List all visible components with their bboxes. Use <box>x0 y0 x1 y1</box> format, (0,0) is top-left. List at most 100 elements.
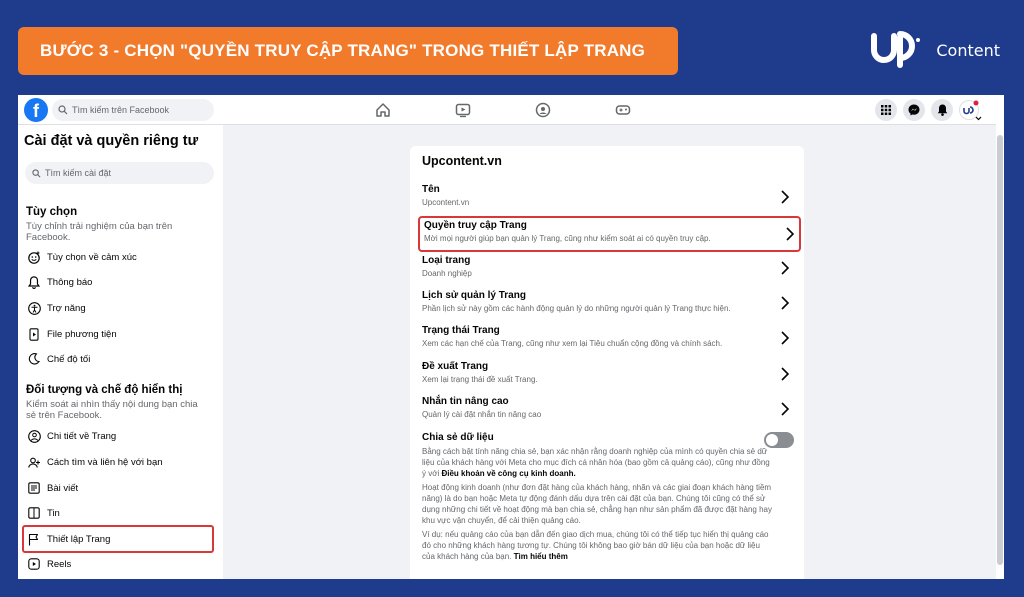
setting-title: Tên <box>422 184 440 195</box>
find-contact-icon <box>27 455 41 469</box>
scrollbar-thumb[interactable] <box>997 135 1003 565</box>
setting-row-page-type[interactable]: Loại trang Doanh nghiệp <box>422 252 794 286</box>
card-title: Upcontent.vn <box>422 154 502 168</box>
sidebar-item-accessibility[interactable]: Trợ năng <box>24 297 214 319</box>
page-scrollbar[interactable] <box>996 95 1004 579</box>
sidebar-item-label: Chế độ tối <box>47 353 91 365</box>
search-icon <box>58 105 68 115</box>
sidebar-item-find-contact[interactable]: Cách tìm và liên hệ với bạn <box>24 451 214 473</box>
setting-row-page-recommendations[interactable]: Đề xuất Trang Xem lại trạng thái đề xuất… <box>422 358 794 392</box>
facebook-logo-icon[interactable]: f <box>24 98 48 122</box>
setting-desc: Upcontent.vn <box>422 198 470 207</box>
sidebar-item-label: Chi tiết về Trang <box>47 430 117 442</box>
posts-icon <box>27 481 41 495</box>
profile-icon <box>27 429 41 443</box>
sidebar-item-stories[interactable]: Tin <box>24 502 214 524</box>
bell-icon <box>937 104 947 116</box>
messenger-button[interactable] <box>903 99 925 121</box>
groups-icon[interactable] <box>535 102 551 118</box>
menu-button[interactable] <box>875 99 897 121</box>
step-banner: BƯỚC 3 - CHỌN "QUYỀN TRUY CẬP TRANG" TRO… <box>18 27 678 75</box>
sidebar-title: Cài đặt và quyền riêng tư <box>24 133 199 149</box>
setting-title: Chia sẻ dữ liệu <box>422 432 494 443</box>
page-settings-card: Upcontent.vn Tên Upcontent.vn Quyền truy… <box>410 146 804 579</box>
chevron-right-icon <box>781 402 790 416</box>
setting-row-management-history[interactable]: Lịch sử quản lý Trang Phần lịch sử này g… <box>422 287 794 321</box>
setting-row-advanced-messaging[interactable]: Nhắn tin nâng cao Quản lý cài đặt nhắn t… <box>422 393 794 427</box>
chevron-right-icon <box>781 261 790 275</box>
toggle-knob <box>766 434 778 446</box>
business-tools-terms-link[interactable]: Điều khoản về công cụ kinh doanh. <box>441 469 575 478</box>
setting-desc: Doanh nghiệp <box>422 269 472 278</box>
sidebar-item-page-details[interactable]: Chi tiết về Trang <box>24 425 214 447</box>
sidebar-item-label: Thông báo <box>47 276 93 288</box>
chevron-right-icon <box>781 367 790 381</box>
sidebar-item-label: File phương tiện <box>47 328 117 340</box>
data-sharing-paragraph-3: Ví dụ: nếu quảng cáo của bạn dẫn đến gia… <box>422 529 772 562</box>
sidebar-item-label: Trợ năng <box>47 302 86 314</box>
messenger-icon <box>908 104 920 116</box>
section-desc-audience: Kiểm soát ai nhìn thấy nội dung bạn chia… <box>26 399 198 421</box>
setting-title: Lịch sử quản lý Trang <box>422 290 526 301</box>
sidebar-item-page-setup[interactable]: Thiết lập Trang <box>22 525 214 553</box>
sidebar-item-notifications[interactable]: Thông báo <box>24 271 214 293</box>
moon-icon <box>27 352 41 366</box>
sidebar-item-label: Tùy chọn về cảm xúc <box>47 251 137 263</box>
setting-title: Trạng thái Trang <box>422 325 500 336</box>
learn-more-link[interactable]: Tìm hiểu thêm <box>514 552 568 561</box>
accessibility-icon <box>27 301 41 315</box>
setting-desc: Xem các hạn chế của Trang, cũng như xem … <box>422 339 723 348</box>
setting-row-name[interactable]: Tên Upcontent.vn <box>422 181 794 215</box>
search-icon <box>32 168 41 177</box>
sidebar-item-reels[interactable]: Reels <box>24 553 214 575</box>
flag-icon <box>27 532 41 546</box>
section-title-audience: Đối tượng và chế độ hiển thị <box>26 384 183 396</box>
sidebar-item-media[interactable]: File phương tiện <box>24 323 214 345</box>
emoji-icon <box>27 250 41 264</box>
chevron-down-icon <box>975 116 982 121</box>
sidebar-item-reaction-preferences[interactable]: Tùy chọn về cảm xúc <box>24 246 214 268</box>
data-sharing-toggle[interactable] <box>764 432 794 448</box>
brand-name: Content <box>936 40 1000 60</box>
sidebar-item-posts[interactable]: Bài viết <box>24 477 214 499</box>
sidebar-item-label: Tin <box>47 507 60 519</box>
settings-search-placeholder: Tìm kiếm cài đặt <box>45 168 112 178</box>
setting-desc: Xem lại trạng thái đề xuất Trang. <box>422 375 538 384</box>
settings-sidebar: Cài đặt và quyền riêng tư Tìm kiếm cài đ… <box>18 125 223 579</box>
facebook-search-input[interactable]: Tìm kiếm trên Facebook <box>52 99 214 121</box>
data-sharing-paragraph-1: Bằng cách bật tính năng chia sẻ, bạn xác… <box>422 446 772 479</box>
video-icon[interactable] <box>455 102 471 118</box>
chevron-right-icon <box>786 227 795 241</box>
gaming-icon[interactable] <box>615 102 631 118</box>
search-placeholder: Tìm kiếm trên Facebook <box>72 105 170 115</box>
setting-row-page-status[interactable]: Trạng thái Trang Xem các hạn chế của Tra… <box>422 322 794 356</box>
grid-menu-icon <box>881 105 891 115</box>
chevron-right-icon <box>781 190 790 204</box>
setting-row-page-access[interactable]: Quyền truy cập Trang Mời mọi người giúp … <box>418 216 801 252</box>
setting-title: Loại trang <box>422 255 471 266</box>
home-icon[interactable] <box>375 102 391 118</box>
notifications-button[interactable] <box>931 99 953 121</box>
setting-title: Quyền truy cập Trang <box>424 220 527 231</box>
account-avatar[interactable] <box>959 100 982 121</box>
settings-search-input[interactable]: Tìm kiếm cài đặt <box>25 162 214 184</box>
paragraph-text: Ví dụ: nếu quảng cáo của bạn dẫn đến gia… <box>422 530 769 561</box>
facebook-window: f Tìm kiếm trên Facebook Cài đặt và quyề… <box>18 95 996 579</box>
section-desc-preferences: Tùy chỉnh trải nghiệm của bạn trên Faceb… <box>26 221 173 243</box>
upcontent-logo-icon <box>871 31 921 68</box>
setting-title: Đề xuất Trang <box>422 361 489 372</box>
sidebar-item-dark-mode[interactable]: Chế độ tối <box>24 348 214 370</box>
data-sharing-section: Chia sẻ dữ liệu Bằng cách bật tính năng … <box>422 432 794 562</box>
brand-logo: Content <box>868 26 1000 74</box>
bell-icon <box>27 275 41 289</box>
setting-desc: Quản lý cài đặt nhắn tin nâng cao <box>422 410 542 419</box>
media-file-icon <box>27 327 41 341</box>
setting-desc: Mời mọi người giúp bạn quản lý Trang, cũ… <box>424 234 711 243</box>
chevron-right-icon <box>781 296 790 310</box>
reels-icon <box>27 557 41 571</box>
sidebar-item-label: Thiết lập Trang <box>47 533 111 545</box>
chevron-right-icon <box>781 331 790 345</box>
setting-desc: Phần lịch sử này gồm các hành động quản … <box>422 304 731 313</box>
sidebar-item-label: Cách tìm và liên hệ với bạn <box>47 456 163 468</box>
top-navigation-bar: f Tìm kiếm trên Facebook <box>18 95 996 125</box>
